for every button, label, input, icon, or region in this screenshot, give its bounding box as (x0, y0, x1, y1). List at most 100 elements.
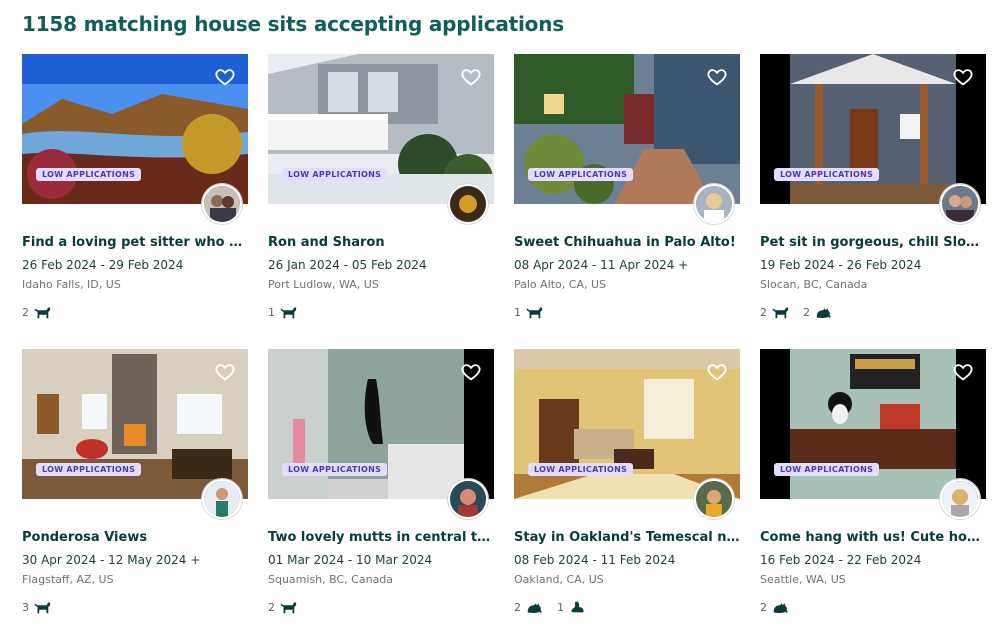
pet-count: 1 (514, 304, 543, 320)
listing-location: Idaho Falls, ID, US (22, 278, 121, 291)
listing-card[interactable]: LOW APPLICATIONS Ponderosa Views 30 Apr … (22, 349, 248, 614)
listing-title[interactable]: Stay in Oakland's Temescal nei... (514, 530, 740, 545)
listing-title[interactable]: Find a loving pet sitter who wan... (22, 235, 248, 250)
rabbit-icon (568, 599, 586, 615)
listing-location: Port Ludlow, WA, US (268, 278, 379, 291)
pet-count: 2 (803, 304, 832, 320)
listing-dates: 26 Jan 2024 - 05 Feb 2024 (268, 258, 427, 272)
low-applications-badge: LOW APPLICATIONS (282, 463, 388, 476)
listing-photo[interactable]: LOW APPLICATIONS (760, 54, 986, 204)
favorite-heart-icon[interactable] (952, 361, 974, 383)
page-title: 1158 matching house sits accepting appli… (22, 12, 564, 36)
listing-location: Palo Alto, CA, US (514, 278, 607, 291)
listing-card[interactable]: LOW APPLICATIONS Ron and Sharon 26 Jan 2… (268, 54, 494, 319)
pet-count-number: 2 (760, 600, 767, 614)
low-applications-badge: LOW APPLICATIONS (774, 168, 880, 181)
listing-card[interactable]: LOW APPLICATIONS Sweet Chihuahua in Palo… (514, 54, 740, 319)
owner-avatar[interactable] (202, 184, 242, 224)
dog-icon (525, 304, 543, 320)
listing-dates: 01 Mar 2024 - 10 Mar 2024 (268, 553, 433, 567)
dog-icon (279, 599, 297, 615)
listing-dates: 08 Apr 2024 - 11 Apr 2024 + (514, 258, 689, 272)
listing-card[interactable]: LOW APPLICATIONS Stay in Oakland's Temes… (514, 349, 740, 614)
listing-title[interactable]: Two lovely mutts in central tow... (268, 530, 494, 545)
listing-location: Squamish, BC, Canada (268, 573, 394, 586)
pets-summary: 2 2 (760, 304, 832, 320)
pet-count: 2 (760, 304, 789, 320)
pet-count-number: 2 (803, 305, 810, 319)
favorite-heart-icon[interactable] (214, 361, 236, 383)
cat-icon (771, 599, 789, 615)
listing-dates: 16 Feb 2024 - 22 Feb 2024 (760, 553, 922, 567)
favorite-heart-icon[interactable] (706, 66, 728, 88)
listing-title[interactable]: Ron and Sharon (268, 235, 494, 250)
pet-count: 3 (22, 599, 51, 615)
owner-avatar[interactable] (202, 479, 242, 519)
listing-title[interactable]: Come hang with us! Cute hous... (760, 530, 986, 545)
cat-icon (525, 599, 543, 615)
low-applications-badge: LOW APPLICATIONS (528, 463, 634, 476)
favorite-heart-icon[interactable] (460, 361, 482, 383)
owner-avatar[interactable] (694, 479, 734, 519)
pets-summary: 2 (760, 599, 789, 615)
listing-title[interactable]: Ponderosa Views (22, 530, 248, 545)
pets-summary: 1 (268, 304, 297, 320)
listing-title[interactable]: Sweet Chihuahua in Palo Alto! (514, 235, 740, 250)
pet-count: 2 (760, 599, 789, 615)
pet-count: 1 (557, 599, 586, 615)
listing-photo[interactable]: LOW APPLICATIONS (514, 54, 740, 204)
low-applications-badge: LOW APPLICATIONS (528, 168, 634, 181)
owner-avatar[interactable] (694, 184, 734, 224)
pets-summary: 2 (268, 599, 297, 615)
low-applications-badge: LOW APPLICATIONS (282, 168, 388, 181)
listing-dates: 19 Feb 2024 - 26 Feb 2024 (760, 258, 922, 272)
cat-icon (814, 304, 832, 320)
low-applications-badge: LOW APPLICATIONS (774, 463, 880, 476)
pet-count-number: 2 (514, 600, 521, 614)
listing-location: Slocan, BC, Canada (760, 278, 868, 291)
owner-avatar[interactable] (940, 184, 980, 224)
low-applications-badge: LOW APPLICATIONS (36, 463, 142, 476)
favorite-heart-icon[interactable] (214, 66, 236, 88)
listing-card[interactable]: LOW APPLICATIONS Come hang with us! Cute… (760, 349, 986, 614)
pet-count: 2 (268, 599, 297, 615)
listing-card[interactable]: LOW APPLICATIONS Find a loving pet sitte… (22, 54, 248, 319)
dog-icon (279, 304, 297, 320)
listing-photo[interactable]: LOW APPLICATIONS (760, 349, 986, 499)
listing-photo[interactable]: LOW APPLICATIONS (268, 349, 494, 499)
listing-dates: 30 Apr 2024 - 12 May 2024 + (22, 553, 201, 567)
listing-card[interactable]: LOW APPLICATIONS Pet sit in gorgeous, ch… (760, 54, 986, 319)
listing-photo[interactable]: LOW APPLICATIONS (268, 54, 494, 204)
listing-card[interactable]: LOW APPLICATIONS Two lovely mutts in cen… (268, 349, 494, 614)
listing-location: Flagstaff, AZ, US (22, 573, 114, 586)
favorite-heart-icon[interactable] (952, 66, 974, 88)
pet-count: 2 (514, 599, 543, 615)
listing-location: Oakland, CA, US (514, 573, 604, 586)
listing-dates: 08 Feb 2024 - 11 Feb 2024 (514, 553, 676, 567)
pet-count: 2 (22, 304, 51, 320)
dog-icon (771, 304, 789, 320)
listings-grid: LOW APPLICATIONS Find a loving pet sitte… (22, 54, 986, 614)
owner-avatar[interactable] (940, 479, 980, 519)
pet-count-number: 2 (22, 305, 29, 319)
pet-count-number: 3 (22, 600, 29, 614)
pet-count: 1 (268, 304, 297, 320)
pet-count-number: 2 (760, 305, 767, 319)
listing-title[interactable]: Pet sit in gorgeous, chill Slocan, ... (760, 235, 986, 250)
owner-avatar[interactable] (448, 184, 488, 224)
listing-dates: 26 Feb 2024 - 29 Feb 2024 (22, 258, 184, 272)
favorite-heart-icon[interactable] (460, 66, 482, 88)
owner-avatar[interactable] (448, 479, 488, 519)
favorite-heart-icon[interactable] (706, 361, 728, 383)
pet-count-number: 2 (268, 600, 275, 614)
listing-photo[interactable]: LOW APPLICATIONS (22, 349, 248, 499)
pets-summary: 3 (22, 599, 51, 615)
pet-count-number: 1 (557, 600, 564, 614)
pets-summary: 2 1 (514, 599, 586, 615)
listing-photo[interactable]: LOW APPLICATIONS (22, 54, 248, 204)
listing-location: Seattle, WA, US (760, 573, 846, 586)
pet-count-number: 1 (514, 305, 521, 319)
listing-photo[interactable]: LOW APPLICATIONS (514, 349, 740, 499)
pets-summary: 1 (514, 304, 543, 320)
low-applications-badge: LOW APPLICATIONS (36, 168, 142, 181)
